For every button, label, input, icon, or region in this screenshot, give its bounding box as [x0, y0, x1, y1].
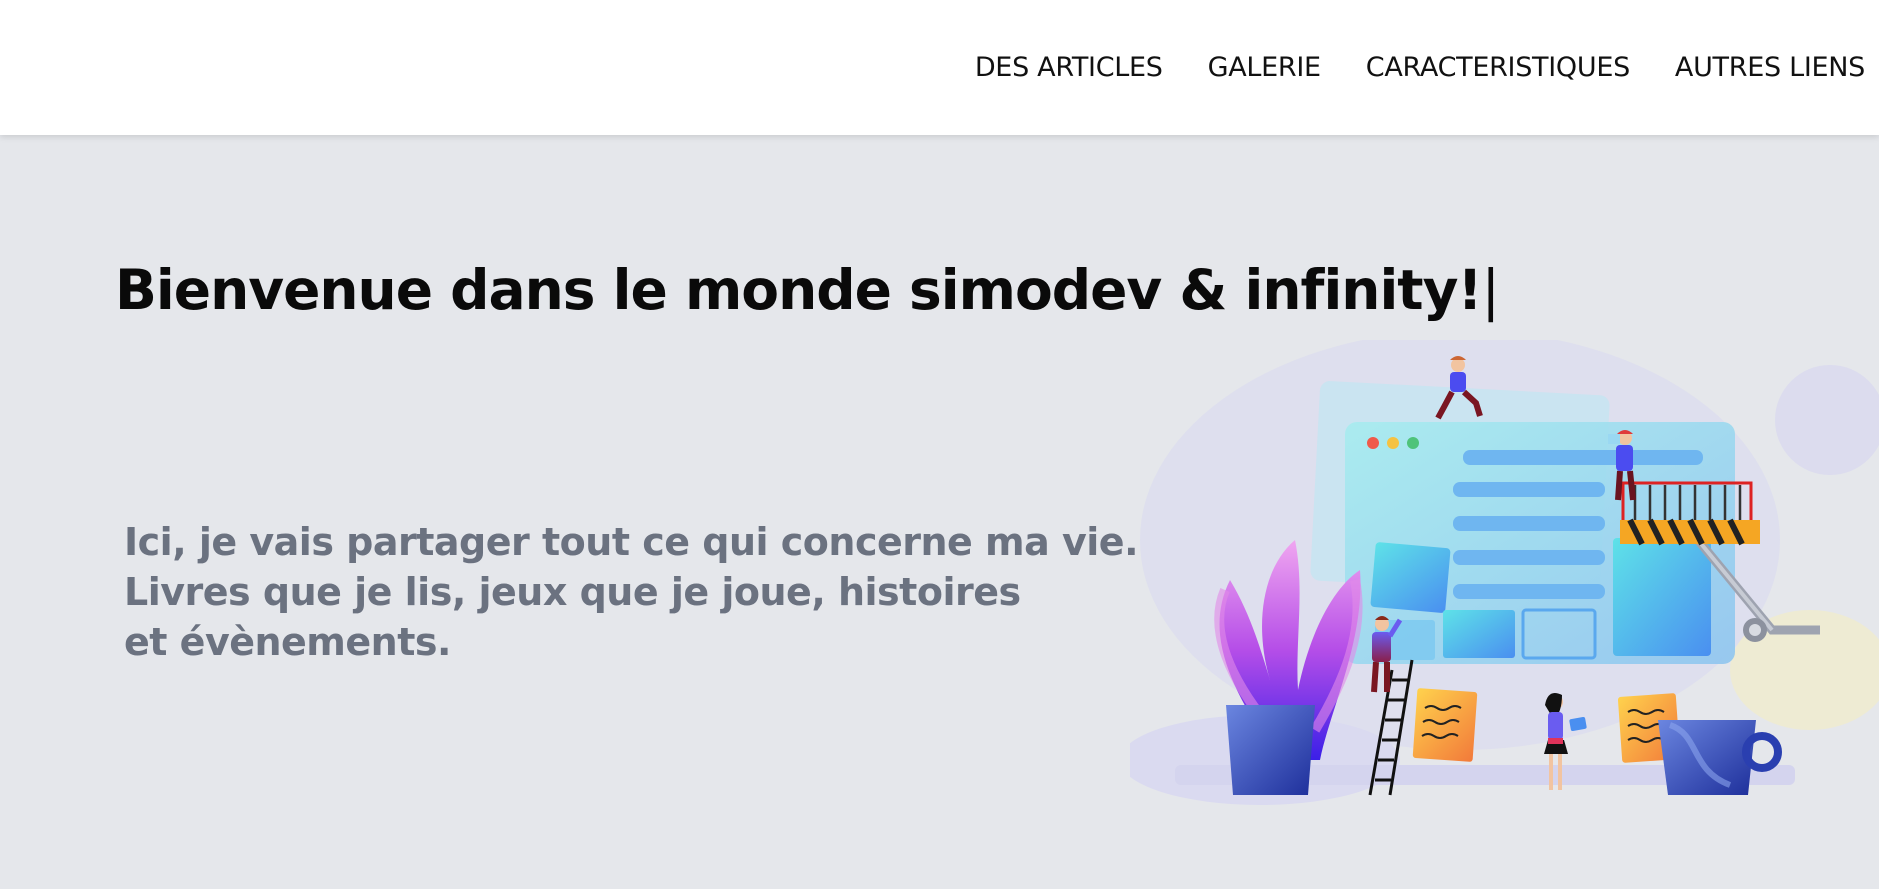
navbar: DES ARTICLES GALERIE CARACTERISTIQUES AU…: [0, 0, 1879, 135]
website-construction-illustration-icon: [1130, 340, 1879, 805]
nav-link-caracteristiques[interactable]: CARACTERISTIQUES: [1366, 52, 1630, 83]
hero-description-line-2: Livres que je lis, jeux que je joue, his…: [124, 570, 1021, 614]
hero-title: Bienvenue dans le monde simodev & infini…: [115, 258, 1501, 322]
hero-description-line-1: Ici, je vais partager tout ce qui concer…: [124, 520, 1139, 564]
hero-description-line-3: et évènements.: [124, 620, 451, 664]
nav-link-galerie[interactable]: GALERIE: [1208, 52, 1321, 83]
nav-link-articles[interactable]: DES ARTICLES: [975, 52, 1163, 83]
hero-description: Ici, je vais partager tout ce qui concer…: [124, 517, 1139, 667]
nav-menu: DES ARTICLES GALERIE CARACTERISTIQUES AU…: [975, 0, 1865, 135]
hero-title-text: Bienvenue dans le monde simodev & infini…: [115, 258, 1483, 322]
typing-cursor: |: [1481, 258, 1501, 322]
sticky-note-left: [1412, 688, 1478, 762]
nav-link-autres-liens[interactable]: AUTRES LIENS: [1675, 52, 1865, 83]
